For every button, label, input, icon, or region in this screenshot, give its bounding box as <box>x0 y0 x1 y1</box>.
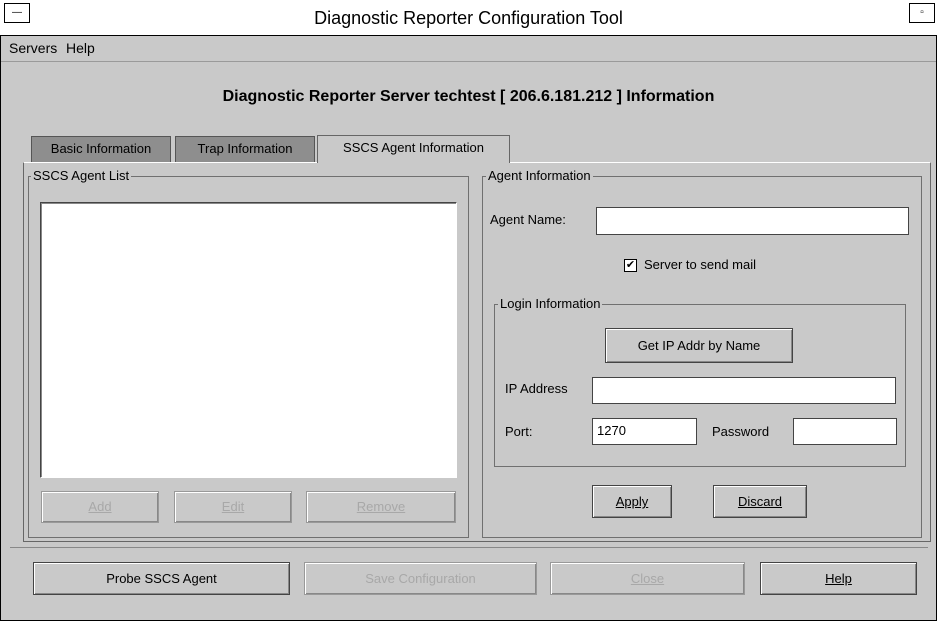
remove-button[interactable]: Remove <box>306 491 456 523</box>
get-ip-addr-button[interactable]: Get IP Addr by Name <box>605 328 793 363</box>
password-input[interactable] <box>793 418 897 445</box>
agent-list-box[interactable] <box>40 202 457 478</box>
menu-help[interactable]: Help <box>66 40 95 56</box>
save-configuration-button[interactable]: Save Configuration <box>304 562 537 595</box>
login-info-title: Login Information <box>498 296 603 311</box>
discard-button[interactable]: Discard <box>713 485 807 518</box>
bottom-separator <box>10 547 928 548</box>
tab-basic-information[interactable]: Basic Information <box>31 136 171 162</box>
password-label: Password <box>712 424 770 439</box>
checkmark-icon: ✔ <box>625 259 636 271</box>
probe-sscs-agent-button[interactable]: Probe SSCS Agent <box>33 562 290 595</box>
window-title: Diagnostic Reporter Configuration Tool <box>314 8 623 28</box>
agent-list-title: SSCS Agent List <box>31 168 132 183</box>
agent-info-title: Agent Information <box>486 168 593 183</box>
send-mail-label: Server to send mail <box>644 257 756 272</box>
send-mail-checkbox[interactable]: ✔ <box>624 259 637 272</box>
tab-sscs-agent-information[interactable]: SSCS Agent Information <box>317 135 510 163</box>
port-input[interactable]: 1270 <box>592 418 697 445</box>
ip-address-label: IP Address <box>505 381 568 396</box>
close-button[interactable]: Close <box>550 562 745 595</box>
port-label: Port: <box>505 424 533 439</box>
page-title: Diagnostic Reporter Server techtest [ 20… <box>222 88 715 105</box>
apply-button[interactable]: Apply <box>592 485 672 518</box>
tab-trap-information[interactable]: Trap Information <box>175 136 315 162</box>
edit-button[interactable]: Edit <box>174 491 292 523</box>
agent-name-label: Agent Name: <box>490 212 566 227</box>
agent-name-input[interactable] <box>596 207 909 235</box>
title-bar: — Diagnostic Reporter Configuration Tool… <box>0 0 937 36</box>
menu-servers[interactable]: Servers <box>9 40 57 56</box>
help-button[interactable]: Help <box>760 562 917 595</box>
add-button[interactable]: Add <box>41 491 159 523</box>
minimize-icon[interactable]: ▫ <box>909 3 935 23</box>
ip-address-input[interactable] <box>592 377 896 404</box>
menu-bar: Servers Help <box>1 36 936 62</box>
